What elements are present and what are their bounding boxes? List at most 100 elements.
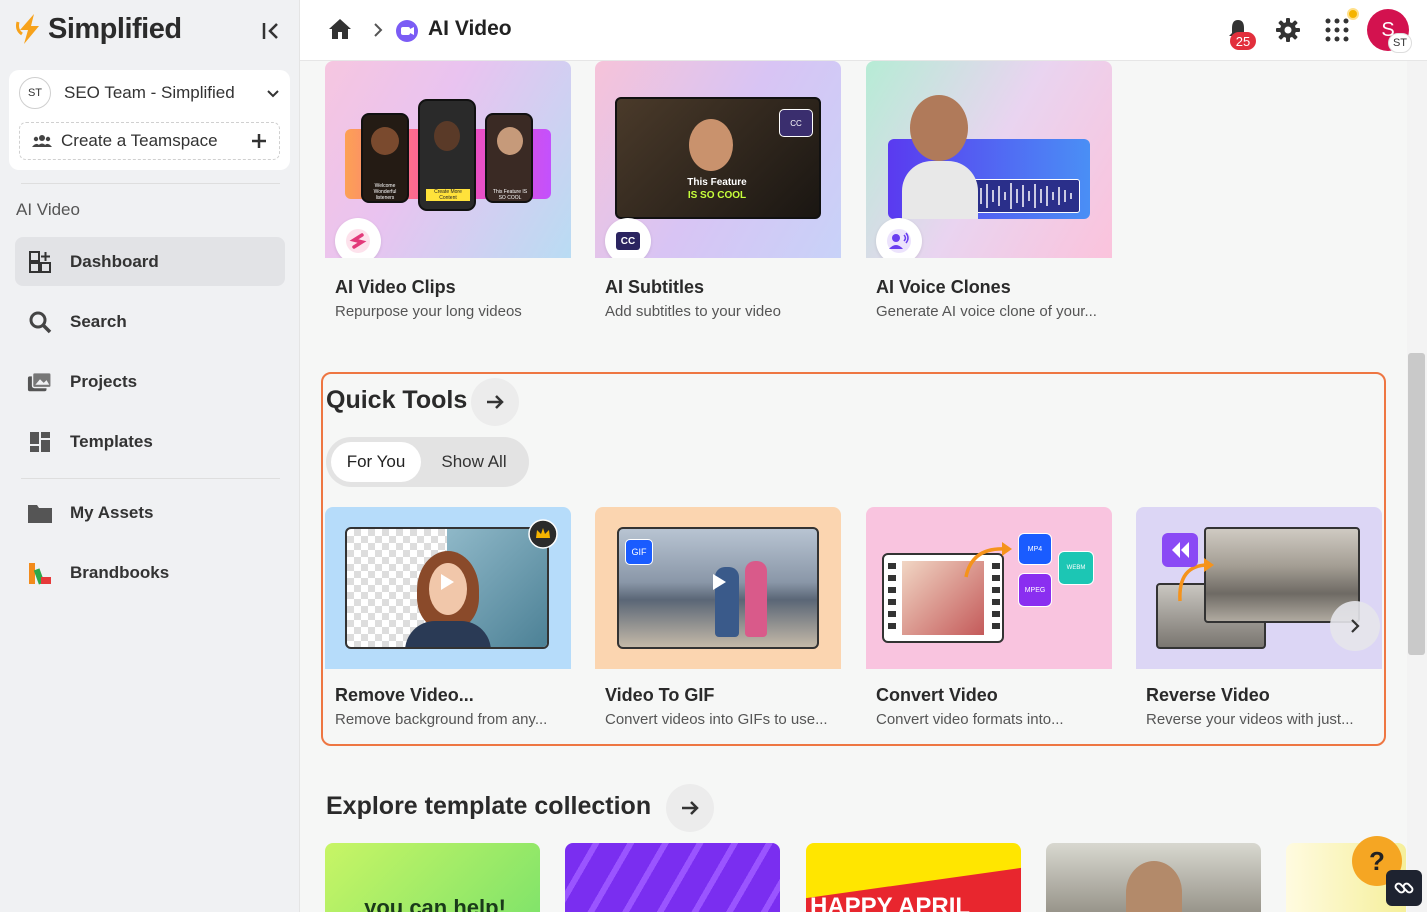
arrow-right-icon xyxy=(682,801,699,815)
sidebar-item-search[interactable]: Search xyxy=(15,297,285,346)
create-teamspace-button[interactable]: Create a Teamspace xyxy=(19,122,280,160)
play-icon xyxy=(713,574,726,590)
tool-thumbnail xyxy=(325,507,571,669)
folder-icon xyxy=(27,500,53,526)
users-icon xyxy=(32,135,52,147)
sidebar-item-label: Projects xyxy=(70,371,138,391)
simplified-logo-icon xyxy=(16,14,39,44)
tab-for-you[interactable]: For You xyxy=(331,442,421,482)
chevron-down-icon xyxy=(267,90,279,98)
explore-templates-title: Explore template collection xyxy=(326,792,652,820)
apps-grid-icon[interactable] xyxy=(1325,18,1349,42)
feature-card-ai-voice-clones[interactable]: AI Voice Clones Generate AI voice clone … xyxy=(866,61,1112,320)
home-icon[interactable] xyxy=(328,18,352,40)
template-caption: HAPPY APRIL xyxy=(810,893,971,912)
user-team-initials: ST xyxy=(1388,33,1412,53)
sidebar-item-templates[interactable]: Templates xyxy=(15,417,285,466)
template-caption: you can help! xyxy=(364,895,506,912)
sidebar-item-my-assets[interactable]: My Assets xyxy=(15,488,285,537)
feature-card-ai-video-clips[interactable]: Welcome Wonderful listeners Create More … xyxy=(325,61,571,320)
scrollbar-thumb[interactable] xyxy=(1408,353,1425,655)
sidebar-divider xyxy=(21,183,280,184)
tool-thumbnail: MP4 WEBM MPEG xyxy=(866,507,1112,669)
card-subtitle: Generate AI voice clone of your... xyxy=(876,303,1097,320)
create-teamspace-label: Create a Teamspace xyxy=(61,131,218,150)
mpeg-badge: MPEG xyxy=(1018,573,1052,607)
template-card[interactable] xyxy=(1046,843,1261,912)
feature-thumbnail: Welcome Wonderful listeners Create More … xyxy=(325,61,571,258)
sidebar-item-label: Templates xyxy=(70,431,153,451)
tool-card-remove-video-background[interactable]: Remove Video... Remove background from a… xyxy=(325,507,571,728)
sidebar-divider xyxy=(21,478,280,479)
card-title: Convert Video xyxy=(876,685,998,705)
subtitles-badge: CC xyxy=(605,218,651,258)
card-title: Reverse Video xyxy=(1146,685,1270,705)
play-icon xyxy=(441,574,454,590)
card-subtitle: Convert video formats into... xyxy=(876,711,1064,728)
template-card[interactable]: you can help! xyxy=(325,843,540,912)
waveform-icon xyxy=(974,183,1072,209)
card-subtitle: Remove background from any... xyxy=(335,711,548,728)
ai-video-icon xyxy=(396,20,418,42)
voice-badge xyxy=(876,218,922,258)
plus-icon xyxy=(252,134,266,148)
team-switcher[interactable]: ST SEO Team - Simplified xyxy=(19,77,281,109)
tool-thumbnail: GIF xyxy=(595,507,841,669)
convert-arrow-icon xyxy=(964,542,1012,578)
sidebar-item-projects[interactable]: Projects xyxy=(15,357,285,406)
dashboard-icon xyxy=(27,249,53,275)
team-card: ST SEO Team - Simplified Create a Teamsp… xyxy=(9,70,290,170)
tool-card-video-to-gif[interactable]: GIF Video To GIF Convert videos into GIF… xyxy=(595,507,841,728)
brand-logo[interactable]: Simplified xyxy=(14,12,182,46)
voice-person-icon xyxy=(887,229,911,253)
card-subtitle: Add subtitles to your video xyxy=(605,303,781,320)
page-title: AI Video xyxy=(428,17,512,40)
sidebar-item-label: Dashboard xyxy=(70,251,159,271)
quick-tools-title: Quick Tools xyxy=(326,386,468,414)
thumb-caption: This Feature IS SO COOL xyxy=(492,189,528,201)
tool-card-convert-video[interactable]: MP4 WEBM MPEG Convert Video Convert vide… xyxy=(866,507,1112,728)
arrow-right-icon xyxy=(487,395,504,409)
card-title: AI Voice Clones xyxy=(876,277,1011,297)
explore-templates-see-all-button[interactable] xyxy=(666,784,714,832)
collapse-left-icon xyxy=(262,23,278,39)
rewind-icon xyxy=(1162,533,1198,567)
gear-icon[interactable] xyxy=(1276,18,1300,42)
top-header: AI Video 25 S ST xyxy=(300,0,1427,61)
clips-badge xyxy=(335,218,381,258)
brand-name: Simplified xyxy=(48,12,182,45)
quick-tools-filter-toggle: For You Show All xyxy=(326,437,529,487)
collapse-sidebar-button[interactable] xyxy=(258,18,284,44)
sidebar-item-dashboard[interactable]: Dashboard xyxy=(15,237,285,286)
webm-badge: WEBM xyxy=(1058,551,1094,585)
apps-notification-dot xyxy=(1347,8,1359,20)
feature-card-ai-subtitles[interactable]: This Feature IS SO COOL CC CC AI Subtitl… xyxy=(595,61,841,320)
card-subtitle: Reverse your videos with just... xyxy=(1146,711,1354,728)
card-subtitle: Repurpose your long videos xyxy=(335,303,522,320)
cc-icon: CC xyxy=(616,232,640,250)
template-card[interactable]: HAPPY APRIL xyxy=(806,843,1021,912)
projects-icon xyxy=(27,369,53,395)
card-title: Remove Video... xyxy=(335,685,474,705)
sidebar: Simplified ST SEO Team - Simplified Crea… xyxy=(0,0,300,912)
team-avatar: ST xyxy=(19,77,51,109)
link-tool-button[interactable] xyxy=(1386,870,1422,906)
thumb-caption: Welcome Wonderful listeners xyxy=(373,183,397,201)
quick-tools-next-button[interactable] xyxy=(1330,601,1380,651)
feature-thumbnail: This Feature IS SO COOL CC CC xyxy=(595,61,841,258)
chevron-right-icon xyxy=(374,23,383,37)
template-card[interactable] xyxy=(565,843,780,912)
tab-show-all[interactable]: Show All xyxy=(426,442,522,482)
card-title: AI Video Clips xyxy=(335,277,456,297)
card-subtitle: Convert videos into GIFs to use... xyxy=(605,711,828,728)
sidebar-item-label: Brandbooks xyxy=(70,562,170,582)
thumb-caption: IS SO COOL xyxy=(687,190,747,201)
team-name: SEO Team - Simplified xyxy=(64,83,235,102)
sidebar-item-brandbooks[interactable]: Brandbooks xyxy=(15,548,285,597)
sidebar-item-label: Search xyxy=(70,311,127,331)
sidebar-section-label: AI Video xyxy=(16,200,80,219)
simplified-s-icon xyxy=(346,229,370,253)
chevron-right-icon xyxy=(1351,619,1360,633)
search-icon xyxy=(27,309,53,335)
quick-tools-see-all-button[interactable] xyxy=(471,378,519,426)
